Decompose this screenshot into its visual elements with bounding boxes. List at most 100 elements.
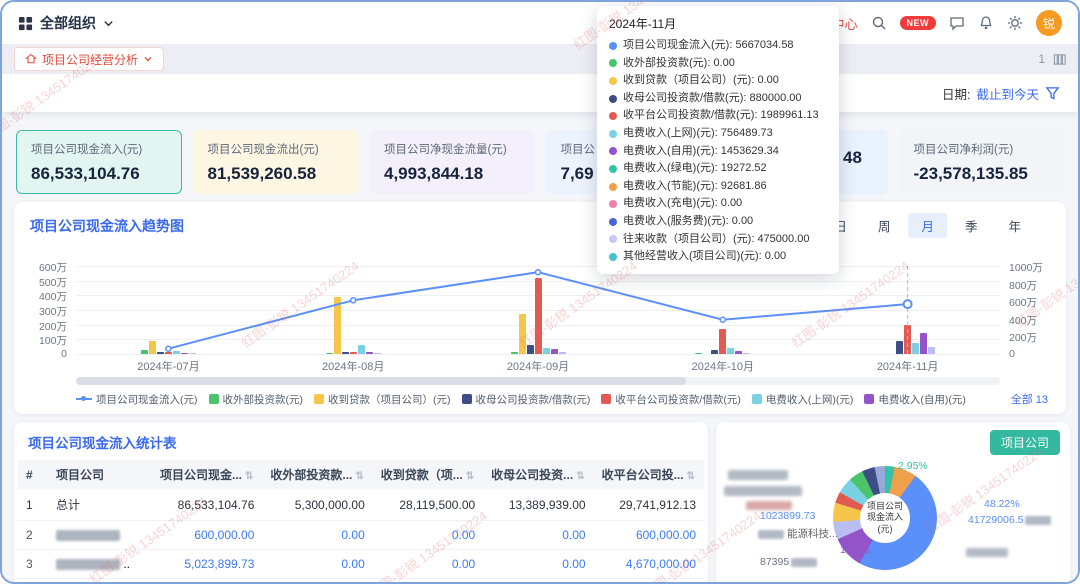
company-cell: ..: [48, 550, 152, 579]
chart-legend: 项目公司现金流入(元) 收外部投资款(元) 收到贷款（项目公司）(元) 收母公司投资款…: [76, 391, 1048, 407]
legend-more-link[interactable]: 全部 13: [1011, 391, 1048, 407]
period-option[interactable]: 季: [952, 213, 991, 238]
column-header[interactable]: 收外部投资款...⇅: [262, 460, 372, 489]
column-header[interactable]: 收到贷款（项...⇅: [373, 460, 483, 489]
y-axis-label-right: 600万: [1009, 295, 1037, 310]
value-cell: 0.00: [373, 521, 483, 550]
y-axis-label-right: 0: [1009, 348, 1015, 360]
period-option[interactable]: 周: [865, 213, 904, 238]
redacted-company-name: [56, 530, 120, 541]
kpi-card-1[interactable]: 项目公司现金流入(元)86,533,104.76: [16, 130, 182, 194]
legend-item[interactable]: 收平台公司投资款/借款(元): [601, 392, 740, 407]
value-cell: 0.00: [483, 521, 593, 550]
legend-swatch: [752, 394, 762, 404]
value-cell: 0.00: [262, 550, 372, 579]
y-axis-left: 600万500万400万300万200万100万0: [30, 264, 72, 356]
pie-label-left-value: 1023899.73: [760, 510, 815, 522]
tooltip-item-text: 电费收入(自用)(元): 1453629.34: [623, 143, 779, 161]
sort-icon[interactable]: ⇅: [355, 471, 363, 482]
period-toggle: 日周月季年: [821, 213, 1034, 238]
value-cell: 200,000.00: [152, 579, 262, 584]
header-actions: 案中心 NEW 锐: [801, 10, 1062, 36]
tooltip-item: 电费收入(自用)(元): 1453629.34: [609, 143, 827, 161]
y-axis-label-left: 100万: [39, 333, 67, 348]
kpi-card-3[interactable]: 项目公司净现金流量(元)4,993,844.18: [369, 130, 535, 194]
notification-bell-icon[interactable]: [978, 15, 994, 31]
value-cell: 5,023,899.73: [152, 550, 262, 579]
columns-icon[interactable]: [1053, 53, 1066, 66]
table-row[interactable]: 2600,000.000.000.000.00600,000.00: [18, 521, 704, 550]
chart-area[interactable]: 600万500万400万300万200万100万0 1000万800万600万4…: [30, 264, 1050, 356]
legend-item-label: 电费收入(上网)(元): [766, 392, 854, 407]
tab-bar: 项目公司经营分析 1: [2, 44, 1078, 74]
x-axis-label: 2024年-08月: [322, 358, 384, 374]
kpi-row: 项目公司现金流入(元)86,533,104.76项目公司现金流出(元)81,53…: [16, 130, 1064, 194]
tooltip-series-dot: [609, 165, 617, 173]
project-company-tag[interactable]: 项目公司: [990, 430, 1060, 455]
x-axis-label: 2024年-10月: [692, 358, 754, 374]
table-row[interactable]: 4200,000.000.000.000.00200,000.00: [18, 579, 704, 584]
table-row[interactable]: 3 ..5,023,899.730.000.000.004,670,000.00: [18, 550, 704, 579]
tooltip-series-dot: [609, 42, 617, 50]
filter-funnel-icon[interactable]: [1045, 86, 1060, 101]
pie-label-blue-value: 41729006.5: [968, 514, 1051, 526]
chart-scrollbar[interactable]: [76, 377, 1000, 385]
y-axis-label-left: 600万: [39, 260, 67, 275]
search-icon[interactable]: [871, 15, 887, 31]
redacted-label: [746, 501, 792, 510]
row-index: 2: [18, 521, 48, 550]
tooltip-item: 电费收入(上网)(元): 756489.73: [609, 125, 827, 143]
trend-chart-card: 项目公司现金流入趋势图 日周月季年 600万500万400万300万200万10…: [14, 202, 1066, 414]
value-cell: 28,119,500.00: [373, 489, 483, 521]
tooltip-series-dot: [609, 200, 617, 208]
x-axis-label: 2024年-09月: [507, 358, 569, 374]
grid-icon: [18, 16, 33, 31]
avatar[interactable]: 锐: [1036, 10, 1062, 36]
legend-item[interactable]: 电费收入(上网)(元): [752, 392, 854, 407]
kpi-card-6[interactable]: 项目公司净利润(元)-23,578,135.85: [899, 130, 1065, 194]
legend-line-dot: [81, 396, 86, 401]
period-option[interactable]: 月: [908, 213, 947, 238]
tooltip-item-text: 其他经营收入(项目公司)(元): 0.00: [623, 248, 786, 266]
value-cell: 13,389,939.00: [483, 489, 593, 521]
gridline: [76, 354, 1000, 355]
settings-gear-icon[interactable]: [1007, 15, 1023, 31]
column-header[interactable]: 收平台公司投...⇅: [594, 460, 704, 489]
tooltip-series-dot: [609, 147, 617, 155]
date-filter-value[interactable]: 截止到今天: [976, 84, 1039, 103]
legend-item[interactable]: 收到贷款（项目公司）(元): [314, 392, 451, 407]
org-selector[interactable]: 全部组织: [18, 13, 114, 33]
sort-icon[interactable]: ⇅: [245, 471, 253, 482]
pie-label-purple-pct: 10.1%: [840, 544, 870, 556]
kpi-card-title: 项目公司净现金流量(元): [384, 141, 520, 157]
kpi-card-title: 项目公司现金流出(元): [208, 141, 344, 157]
legend-item-line[interactable]: 项目公司现金流入(元): [76, 392, 198, 407]
chart-tooltip: 2024年-11月 项目公司现金流入(元): 5667034.58收外部投资款(…: [597, 6, 839, 274]
tooltip-item: 收外部投资款(元): 0.00: [609, 55, 827, 73]
tab-bar-right: 1: [1038, 52, 1066, 66]
chart-plot[interactable]: [76, 266, 1000, 354]
tooltip-item: 往来收款（项目公司）(元): 475000.00: [609, 231, 827, 249]
y-axis-label-left: 300万: [39, 304, 67, 319]
column-header[interactable]: 收母公司投资...⇅: [483, 460, 593, 489]
scrollbar-thumb[interactable]: [76, 377, 686, 385]
legend-item[interactable]: 电费收入(自用)(元): [864, 392, 966, 407]
legend-item[interactable]: 收母公司投资款/借款(元): [462, 392, 591, 407]
trend-title: 项目公司现金流入趋势图: [30, 216, 184, 236]
value-cell: 0.00: [373, 579, 483, 584]
tooltip-item: 其他经营收入(项目公司)(元): 0.00: [609, 248, 827, 266]
legend-item[interactable]: 收外部投资款(元): [209, 392, 304, 407]
sort-icon[interactable]: ⇅: [576, 471, 584, 482]
sort-icon[interactable]: ⇅: [687, 471, 695, 482]
message-icon[interactable]: [949, 15, 965, 31]
column-header[interactable]: 项目公司现金...⇅: [152, 460, 262, 489]
legend-item-label: 收到贷款（项目公司）(元): [328, 392, 451, 407]
tab-project-analysis[interactable]: 项目公司经营分析: [14, 47, 164, 71]
tooltip-item-text: 电费收入(服务费)(元): 0.00: [623, 213, 753, 231]
kpi-card-2[interactable]: 项目公司现金流出(元)81,539,260.58: [193, 130, 359, 194]
sort-icon[interactable]: ⇅: [466, 471, 474, 482]
tooltip-item-text: 电费收入(上网)(元): 756489.73: [623, 125, 773, 143]
table-row[interactable]: 1总计86,533,104.765,300,000.0028,119,500.0…: [18, 489, 704, 521]
tooltip-item-text: 收到贷款（项目公司）(元): 0.00: [623, 72, 779, 90]
period-option[interactable]: 年: [995, 213, 1034, 238]
